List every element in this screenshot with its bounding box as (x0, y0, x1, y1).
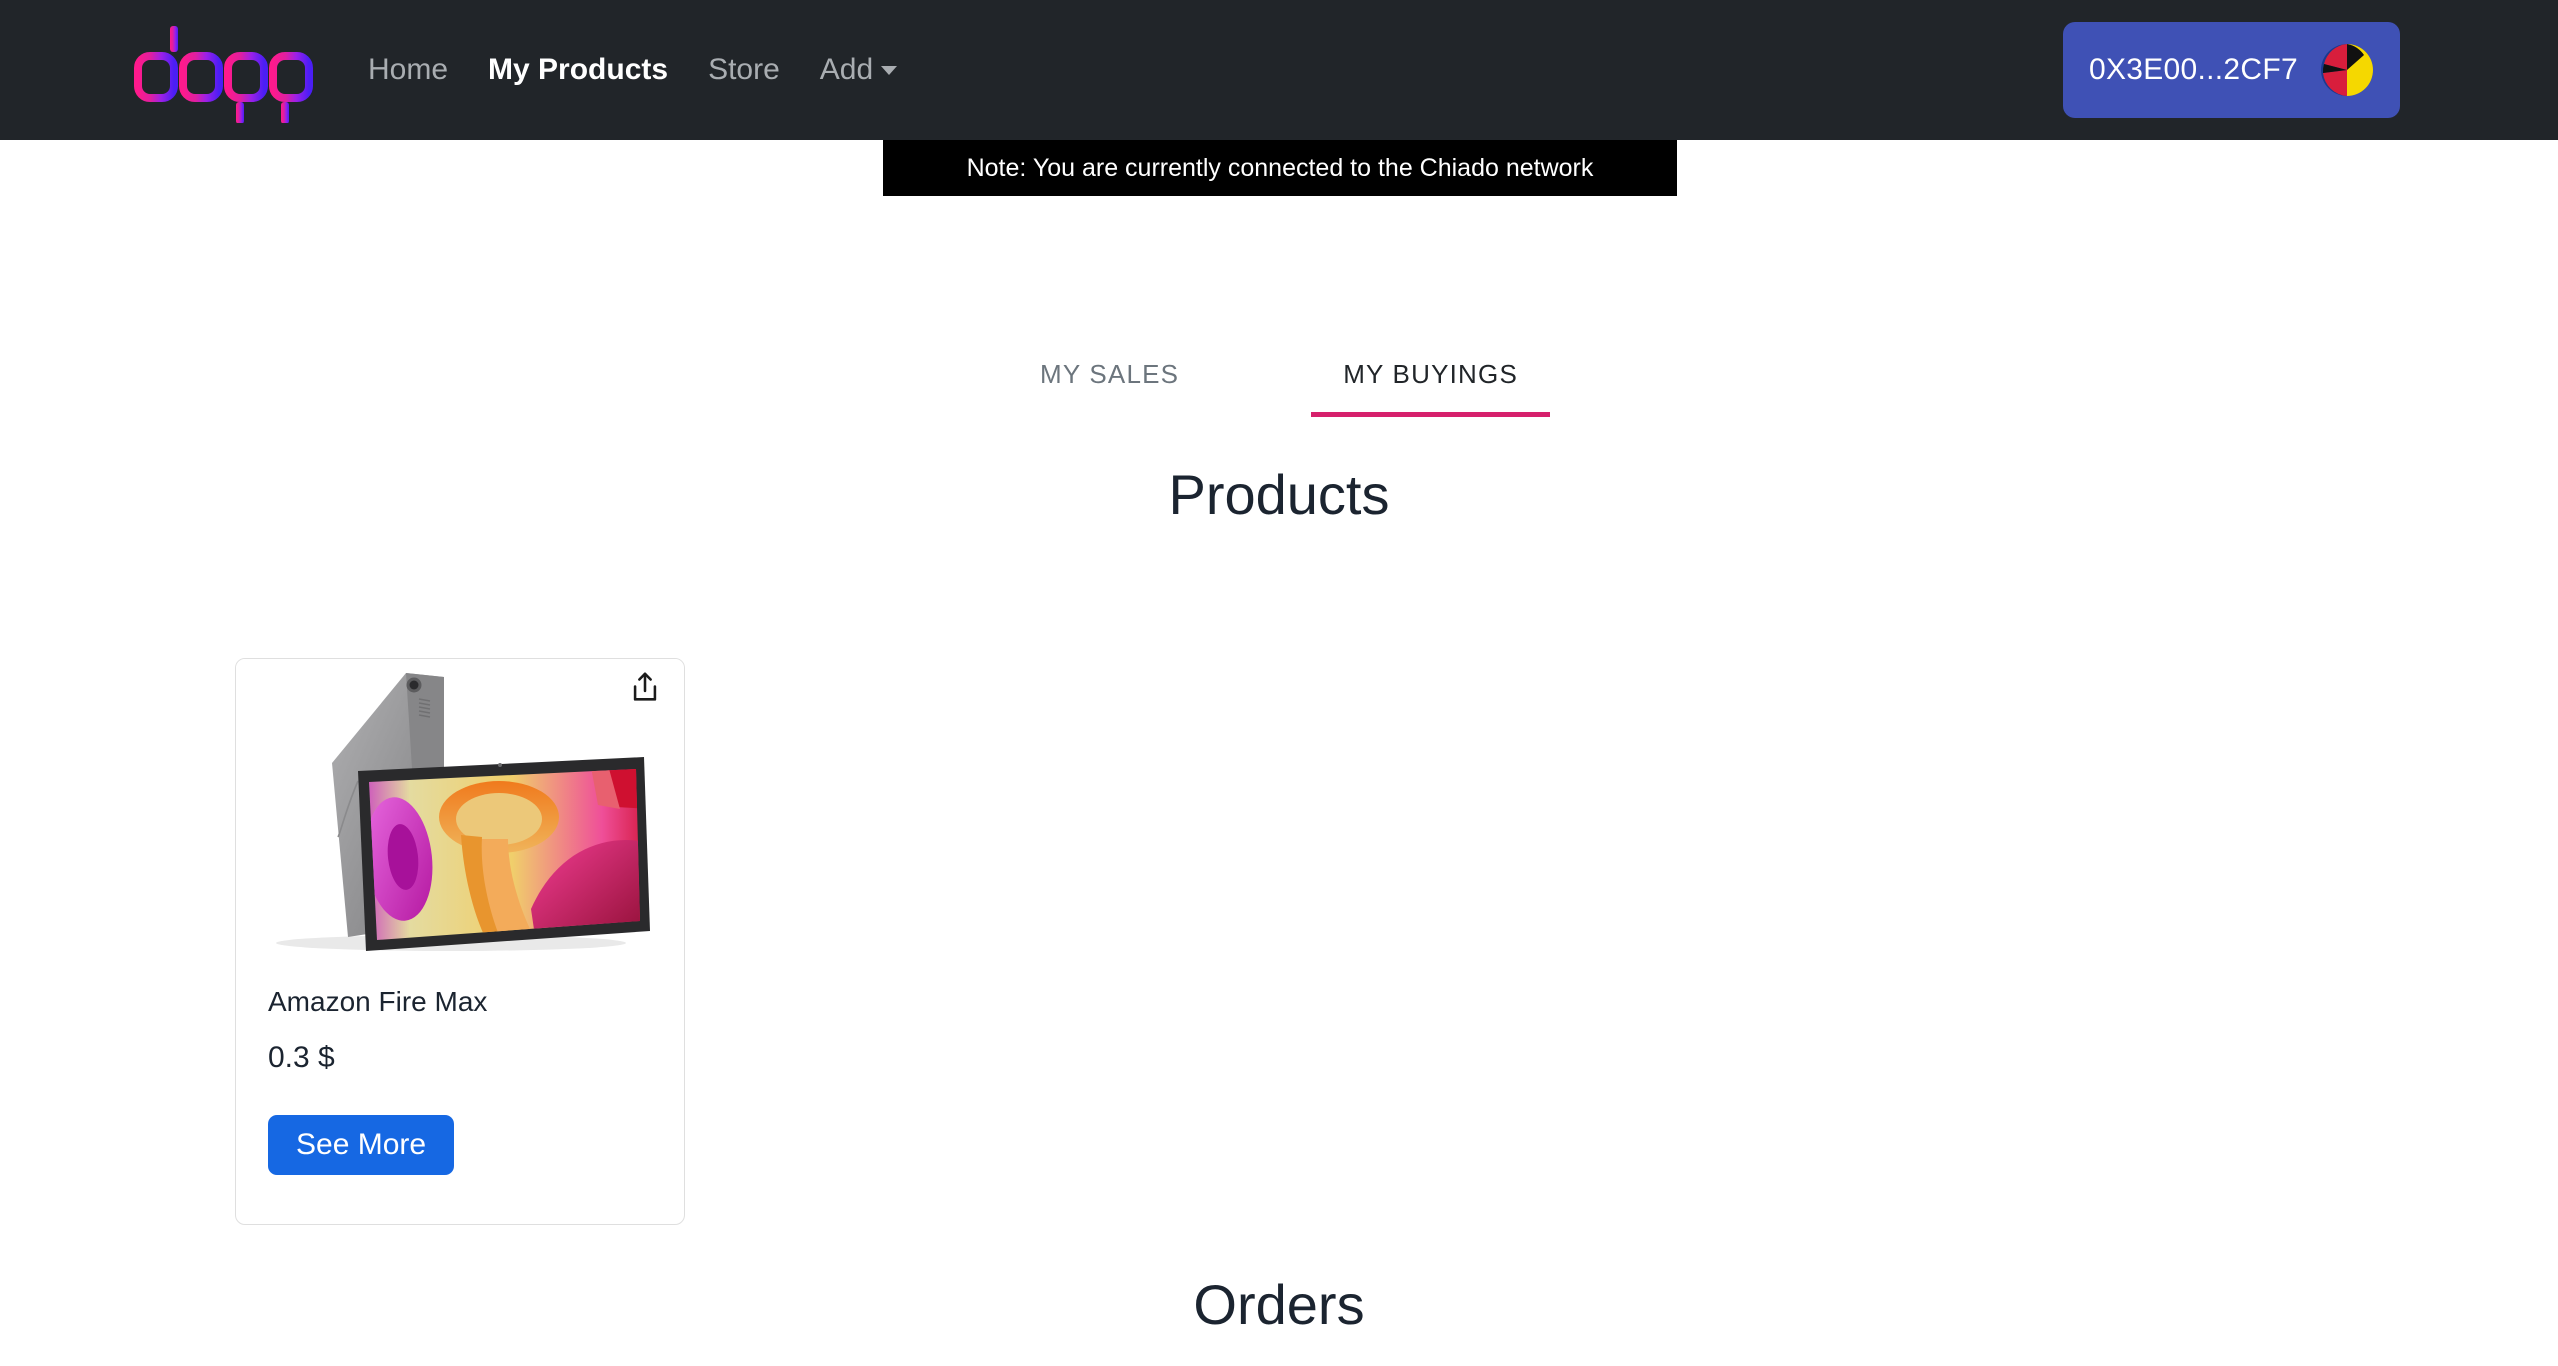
network-notice-banner: Note: You are currently connected to the… (883, 140, 1677, 196)
share-icon[interactable] (628, 671, 662, 705)
product-card-body: Amazon Fire Max 0.3 $ See More (236, 959, 684, 1175)
orders-section-title: Orders (1193, 1273, 1365, 1336)
top-navbar: Home My Products Store Add 0X3E00...2CF7 (0, 0, 2558, 140)
chevron-down-icon (881, 65, 898, 75)
wallet-address-label: 0X3E00...2CF7 (2088, 53, 2298, 86)
tab-my-sales[interactable]: MY SALES (1008, 345, 1211, 417)
product-price: 0.3 $ (268, 1040, 335, 1074)
product-image-amazon-fire-max (276, 673, 650, 951)
product-card[interactable]: Amazon Fire Max 0.3 $ See More (235, 658, 685, 1225)
products-section-title: Products (1168, 463, 1390, 526)
wallet-avatar-blockie-icon (2321, 44, 2373, 96)
dapp-logo-icon (134, 26, 313, 124)
nav-link-home[interactable]: Home (348, 0, 468, 140)
wallet-address-button[interactable]: 0X3E00...2CF7 (2062, 22, 2400, 118)
product-image-wrapper (236, 659, 684, 959)
tab-my-buyings[interactable]: MY BUYINGS (1311, 345, 1550, 417)
nav-link-store[interactable]: Store (688, 0, 800, 140)
nav-dropdown-add[interactable]: Add (800, 53, 917, 87)
tab-bar: MY SALES MY BUYINGS (0, 345, 2558, 417)
tab-spacer (1211, 345, 1311, 417)
nav-link-my-products[interactable]: My Products (468, 0, 688, 140)
brand-logo-dapp[interactable] (133, 18, 318, 124)
product-name: Amazon Fire Max (268, 986, 488, 1017)
avatar (2320, 43, 2374, 97)
see-more-button[interactable]: See More (268, 1114, 455, 1175)
nav-links: Home My Products Store Add (348, 0, 917, 140)
nav-dropdown-add-label: Add (819, 53, 874, 86)
